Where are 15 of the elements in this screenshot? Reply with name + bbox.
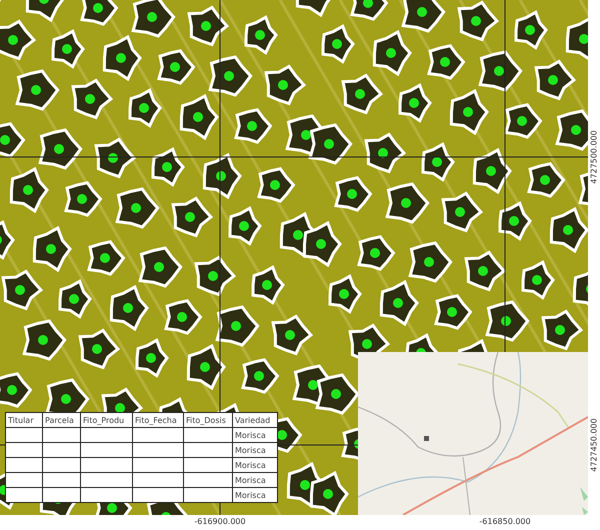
coordinate-label: -616900.000 <box>194 517 246 526</box>
column-header: Fito_Dosis <box>184 412 232 428</box>
column-header: Fito_Produ <box>80 412 132 428</box>
coordinate-label: -616850.000 <box>479 517 531 526</box>
column-header: Parcela <box>42 412 80 428</box>
table-cell: Morisca <box>232 442 278 458</box>
coordinate-label: 4727450.000 <box>590 418 598 472</box>
table-cell: Morisca <box>232 428 278 442</box>
column-header: Titular <box>6 412 42 428</box>
table-cell: Morisca <box>232 472 278 488</box>
column-header: Variedad <box>232 412 278 428</box>
table-cell: Morisca <box>232 488 278 502</box>
column-header: Fito_Fecha <box>132 412 184 428</box>
coordinate-label: 4727500.000 <box>590 130 598 184</box>
table-cell: Morisca <box>232 458 278 472</box>
